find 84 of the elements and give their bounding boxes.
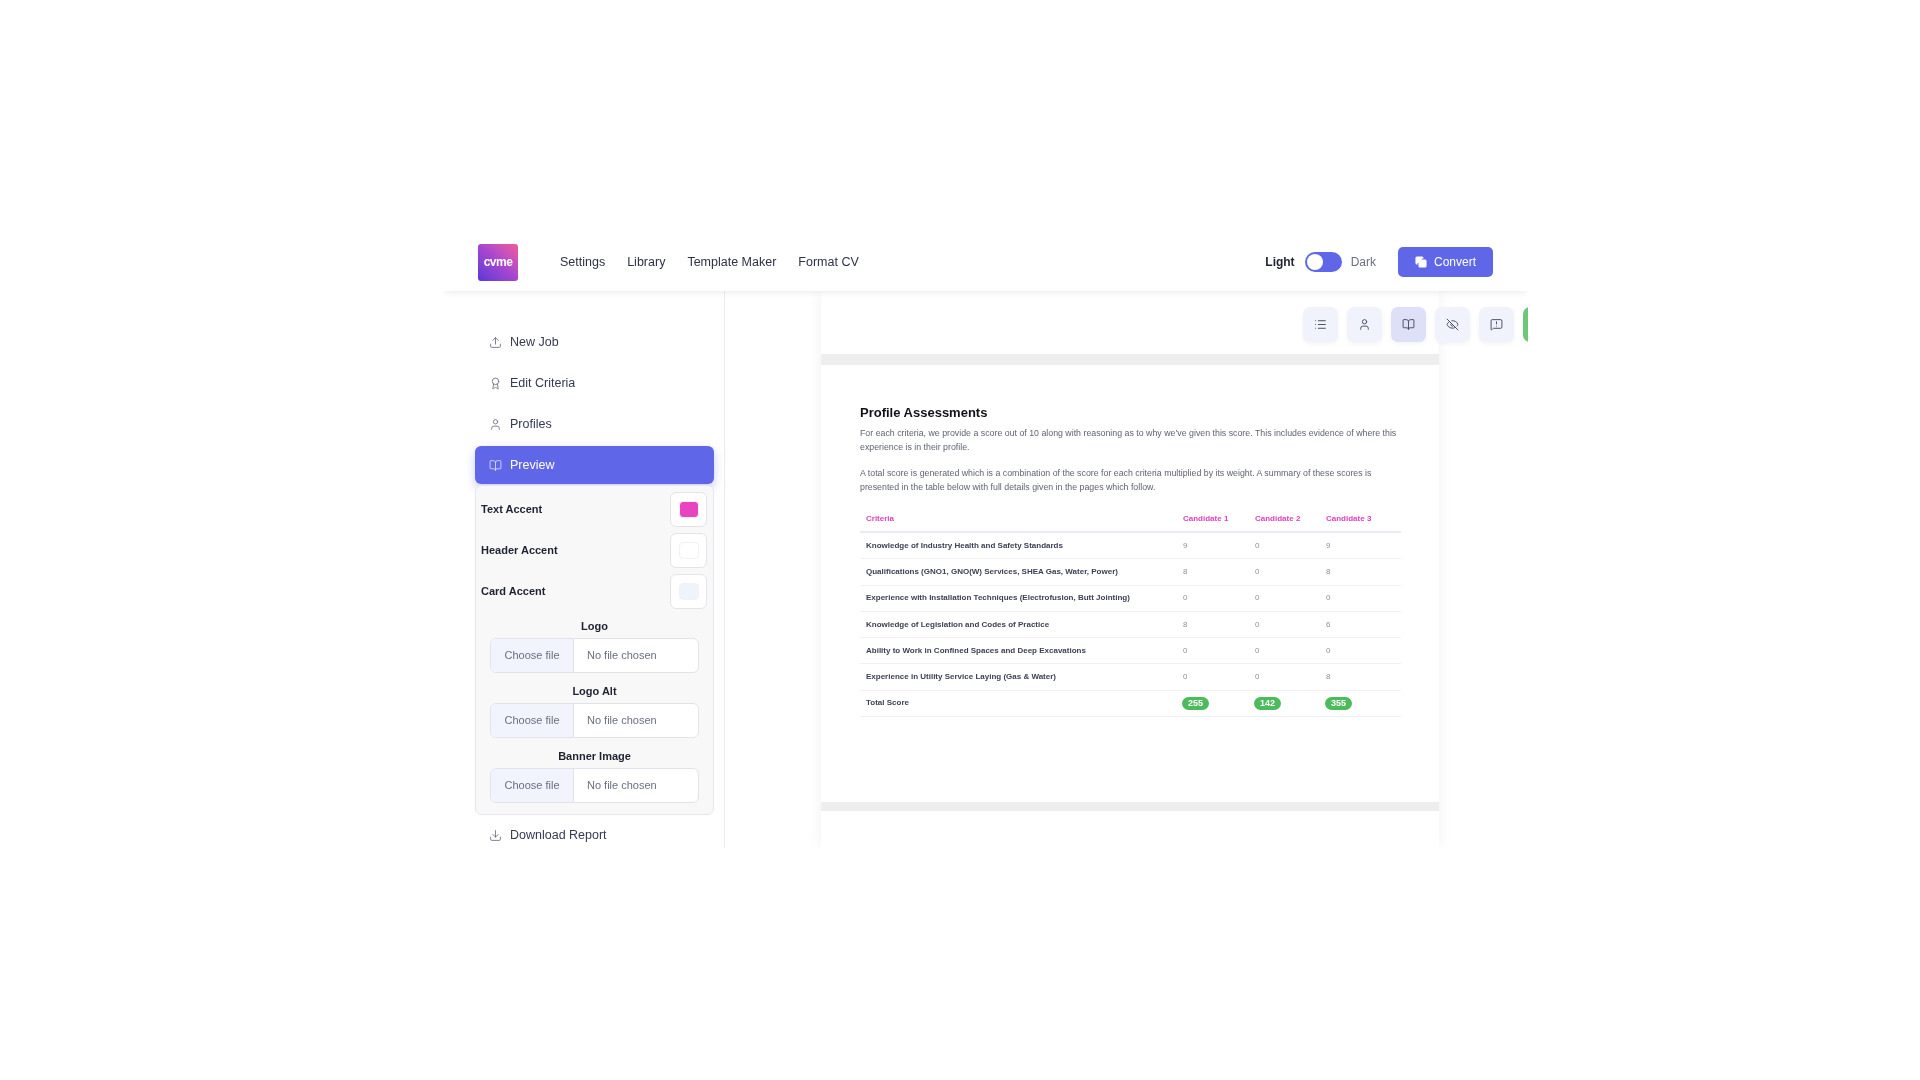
user-icon xyxy=(1358,318,1371,331)
accent-label: Card Accent xyxy=(481,584,546,600)
view-button[interactable] xyxy=(1347,307,1382,342)
score-badge: 255 xyxy=(1182,696,1210,710)
nav-link[interactable]: Format CV xyxy=(798,252,859,272)
message-alert-icon xyxy=(1490,318,1503,331)
score-cell-text: 0 xyxy=(1254,539,1261,552)
copy-icon xyxy=(1414,256,1427,268)
report-title: Profile Assessments xyxy=(860,405,989,421)
eye-off-icon xyxy=(1446,318,1459,331)
list-icon xyxy=(1314,318,1327,331)
upload-icon xyxy=(489,335,502,349)
download-icon xyxy=(489,828,502,842)
upload-label: Logo xyxy=(581,619,608,633)
criteria-cell-text: Knowledge of Industry Health and Safety Standards xyxy=(865,539,1064,552)
score-cell-text: 0 xyxy=(1254,592,1261,605)
view-button[interactable] xyxy=(1391,307,1426,342)
accent-label: Text Accent xyxy=(481,502,543,518)
sidebar-item[interactable]: Preview xyxy=(475,446,714,484)
logo[interactable]: cvme xyxy=(478,243,518,281)
convert-button[interactable]: Convert xyxy=(1397,247,1493,277)
color-picker[interactable] xyxy=(670,533,707,568)
nav-link[interactable]: Settings xyxy=(560,252,606,272)
report-paragraph: For each criteria, we provide a score out of 10 along with reasoning as to why we’ve given this score. This includes evidence of where this experience is in their profile. xyxy=(860,427,1398,454)
sidebar-item[interactable]: New Job xyxy=(475,323,714,361)
score-badge: 142 xyxy=(1254,696,1282,710)
score-cell-text: 6 xyxy=(1325,618,1332,631)
file-status-text: No file chosen xyxy=(586,713,657,729)
score-cell-text: 0 xyxy=(1254,565,1261,578)
file-status-text: No file chosen xyxy=(586,648,657,664)
user-icon xyxy=(489,417,502,431)
column-header: Criteria xyxy=(865,512,895,525)
upload-label: Logo Alt xyxy=(572,684,617,698)
file-input[interactable]: Choose file No file chosen xyxy=(490,703,699,738)
column-header: Candidate 2 xyxy=(1254,512,1302,525)
view-button[interactable] xyxy=(1303,307,1338,342)
score-cell-text: 8 xyxy=(1325,671,1332,684)
score-cell-text: 0 xyxy=(1325,592,1332,605)
score-cell-text: 8 xyxy=(1182,565,1189,578)
score-badge: 355 xyxy=(1325,696,1353,710)
criteria-cell-text: Knowledge of Legislation and Codes of Practice xyxy=(865,618,1051,631)
score-cell-text: 0 xyxy=(1182,592,1189,605)
criteria-cell-text: Total Score xyxy=(865,697,910,710)
book-icon xyxy=(489,458,502,472)
nav-link[interactable]: Template Maker xyxy=(687,252,777,272)
score-cell-text: 0 xyxy=(1254,618,1261,631)
sidebar-item[interactable]: Edit Criteria xyxy=(475,364,714,402)
file-status-text: No file chosen xyxy=(586,778,657,794)
score-cell-text: 8 xyxy=(1325,565,1332,578)
book-icon xyxy=(1402,318,1415,331)
criteria-cell-text: Experience with Installation Techniques (Electrofusion, Butt Jointing) xyxy=(865,592,1131,605)
score-cell-text: 9 xyxy=(1325,539,1332,552)
color-picker[interactable] xyxy=(670,574,707,609)
accent-label: Header Accent xyxy=(481,543,558,559)
file-input[interactable]: Choose file No file chosen xyxy=(490,768,699,803)
sidebar-item[interactable]: Profiles xyxy=(475,405,714,443)
criteria-cell-text: Ability to Work in Confined Spaces and Deep Excavations xyxy=(865,644,1087,657)
score-cell-text: 0 xyxy=(1325,644,1332,657)
upload-label: Banner Image xyxy=(558,749,631,763)
view-button[interactable] xyxy=(1479,307,1514,342)
award-icon xyxy=(489,376,502,390)
dark-label: Dark xyxy=(1350,254,1376,271)
score-cell-text: 9 xyxy=(1182,539,1189,552)
criteria-cell-text: Qualifications (GNO1, GNO(W) Services, SHEA Gas, Water, Power) xyxy=(865,565,1119,578)
score-cell-text: 8 xyxy=(1182,618,1189,631)
action-button[interactable] xyxy=(1523,307,1528,342)
sidebar-item[interactable]: Download Report xyxy=(475,824,714,846)
nav-link[interactable]: Library xyxy=(627,252,666,272)
color-picker[interactable] xyxy=(670,492,707,527)
score-cell-text: 0 xyxy=(1182,671,1189,684)
choose-file-button[interactable]: Choose file xyxy=(491,639,574,672)
light-label: Light xyxy=(1265,254,1295,271)
column-header: Candidate 1 xyxy=(1182,512,1230,525)
choose-file-button[interactable]: Choose file xyxy=(491,769,574,802)
report-paragraph: A total score is generated which is a combination of the score for each criteria multiplied by its weight. A summary of these scores is presented in the table below with full details given in the pages which follow. xyxy=(860,467,1373,494)
score-cell-text: 0 xyxy=(1254,644,1261,657)
score-cell-text: 0 xyxy=(1254,671,1261,684)
file-input[interactable]: Choose file No file chosen xyxy=(490,638,699,673)
column-header: Candidate 3 xyxy=(1325,512,1373,525)
criteria-cell-text: Experience in Utility Service Laying (Gas & Water) xyxy=(865,671,1057,684)
theme-switch[interactable] xyxy=(1304,252,1342,272)
view-button[interactable] xyxy=(1435,307,1470,342)
choose-file-button[interactable]: Choose file xyxy=(491,704,574,737)
score-cell-text: 0 xyxy=(1182,644,1189,657)
